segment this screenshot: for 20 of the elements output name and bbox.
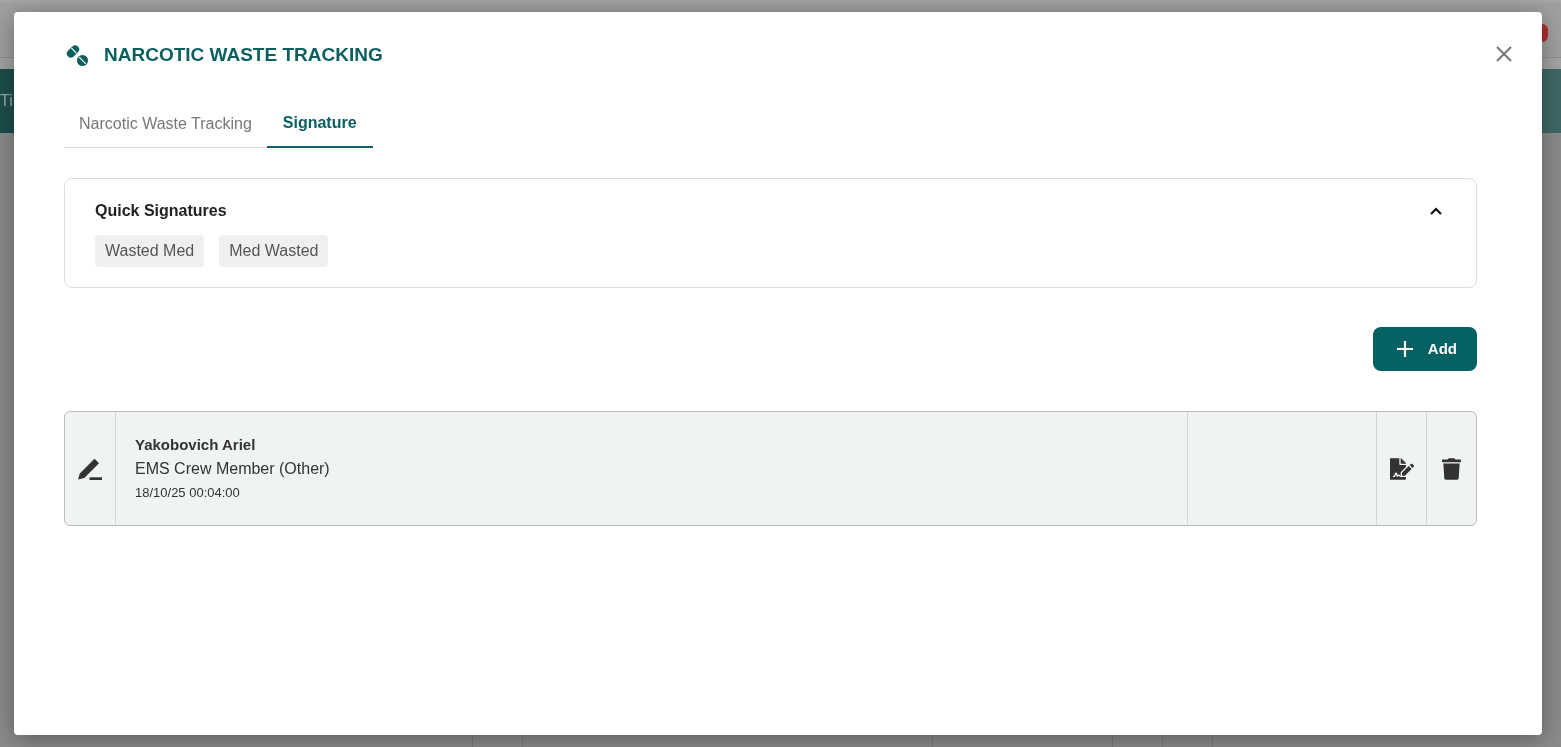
close-icon xyxy=(1496,46,1512,62)
trash-icon xyxy=(1442,457,1461,480)
quick-signatures-title: Quick Signatures xyxy=(95,201,227,221)
signer-role: EMS Crew Member (Other) xyxy=(135,458,331,479)
dialog-title: NARCOTIC WASTE TRACKING xyxy=(104,44,383,64)
add-button[interactable]: Add xyxy=(1372,327,1477,371)
quick-signature-chip[interactable]: Med Wasted xyxy=(219,235,329,267)
close-button[interactable] xyxy=(1494,44,1514,64)
plus-icon xyxy=(1396,341,1413,357)
pills-icon xyxy=(64,42,88,66)
tab[interactable]: Narcotic Waste Tracking xyxy=(64,100,267,148)
quick-signature-chip[interactable]: Wasted Med xyxy=(95,235,205,267)
notification-badge-icon xyxy=(1542,24,1548,42)
app-header-text: Ti xyxy=(0,93,13,109)
tab[interactable]: Signature xyxy=(266,100,373,148)
signer-name: Yakobovich Ariel xyxy=(135,434,257,455)
pen-icon xyxy=(78,457,102,480)
chevron-up-icon xyxy=(1430,207,1442,215)
signature-time: 18/10/25 00:04:00 xyxy=(135,483,241,502)
file-signature-icon xyxy=(1389,457,1414,480)
